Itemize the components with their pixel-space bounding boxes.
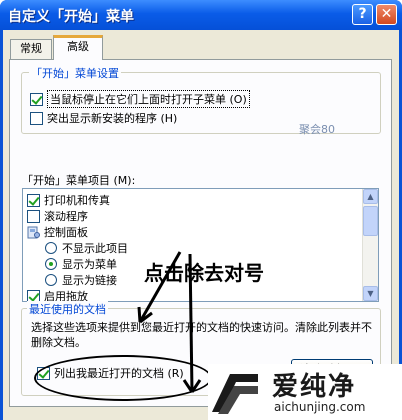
highlight-new-programs-label: 突出显示新安装的程序 (H) [47, 112, 178, 125]
list-item[interactable]: 不显示此项目 [45, 240, 128, 256]
recent-documents-label: 最近使用的文档 [27, 301, 108, 317]
highlight-new-programs-checkbox[interactable] [30, 111, 43, 125]
open-submenu-label: 当鼠标停止在它们上面时打开子菜单 (O) [47, 90, 250, 108]
list-item-label: 滚动程序 [44, 210, 88, 223]
dialog-client-area: 常规 高级 「开始」菜单设置 当鼠标停止在它们上面时打开子菜单 (O) 突出显示… [3, 30, 399, 420]
printers-checkbox[interactable] [27, 193, 40, 207]
list-item-label: 不显示此项目 [62, 242, 128, 255]
help-button[interactable]: ? [352, 4, 373, 25]
site-logo: 爱纯净 aichunjing.com [208, 364, 402, 420]
recent-documents-description: 选择这些选项来提供到您最近打开的文档的快速访问。清除此列表并不删除文档。 [31, 321, 372, 349]
scroll-down-icon[interactable]: ▼ [363, 286, 378, 301]
tab-general[interactable]: 常规 [10, 39, 52, 59]
list-item[interactable]: 显示为菜单 [45, 256, 117, 272]
scroll-up-icon[interactable]: ▲ [363, 189, 378, 204]
list-item-label: 启用拖放 [44, 290, 88, 302]
start-menu-settings-label: 「开始」菜单设置 [29, 65, 121, 81]
open-submenu-checkbox[interactable] [30, 92, 43, 106]
open-submenu-option[interactable]: 当鼠标停止在它们上面时打开子菜单 (O) [30, 90, 250, 108]
scroll-thumb[interactable] [363, 206, 378, 236]
list-item[interactable]: 打印机和传真 [27, 192, 110, 208]
list-item-label: 打印机和传真 [44, 194, 110, 207]
logo-url: aichunjing.com [274, 400, 366, 414]
list-scrollbar[interactable]: ▲ ▼ [362, 189, 378, 301]
customize-start-menu-dialog: 自定义「开始」菜单 ? ✕ 常规 高级 「开始」菜单设置 当鼠标停止在它们上面时… [0, 0, 402, 420]
display-as-link-radio[interactable] [45, 274, 57, 286]
list-item[interactable]: 启用拖放 [27, 288, 88, 302]
logo-name: 爱纯净 [272, 372, 357, 402]
list-item-label: 显示为菜单 [62, 258, 117, 271]
list-item[interactable]: 滚动程序 [27, 208, 88, 224]
list-item-label: 控制面板 [44, 226, 88, 239]
scroll-programs-checkbox[interactable] [27, 209, 40, 223]
list-item-label: 显示为链接 [62, 274, 117, 287]
title-bar[interactable]: 自定义「开始」菜单 ? ✕ [0, 0, 402, 30]
watermark-text: 聚会80 [299, 123, 335, 136]
start-menu-items-label: 「开始」菜单项目 (M): [22, 174, 136, 187]
list-item[interactable]: 显示为链接 [45, 272, 117, 288]
tab-advanced[interactable]: 高级 [53, 35, 103, 60]
close-button[interactable]: ✕ [376, 4, 397, 25]
list-item[interactable]: 控制面板 [27, 224, 88, 240]
control-panel-icon [27, 226, 40, 239]
highlight-new-programs-option[interactable]: 突出显示新安装的程序 (H) [30, 110, 177, 126]
logo-mark-icon [212, 374, 258, 414]
hide-item-radio[interactable] [45, 242, 57, 254]
window-title: 自定义「开始」菜单 [8, 9, 134, 25]
display-as-menu-radio[interactable] [45, 258, 57, 270]
advanced-tab-panel: 「开始」菜单设置 当鼠标停止在它们上面时打开子菜单 (O) 突出显示新安装的程序… [9, 59, 392, 407]
highlight-ellipse [34, 355, 212, 401]
annotation-text: 点击除去对号 [144, 261, 264, 285]
